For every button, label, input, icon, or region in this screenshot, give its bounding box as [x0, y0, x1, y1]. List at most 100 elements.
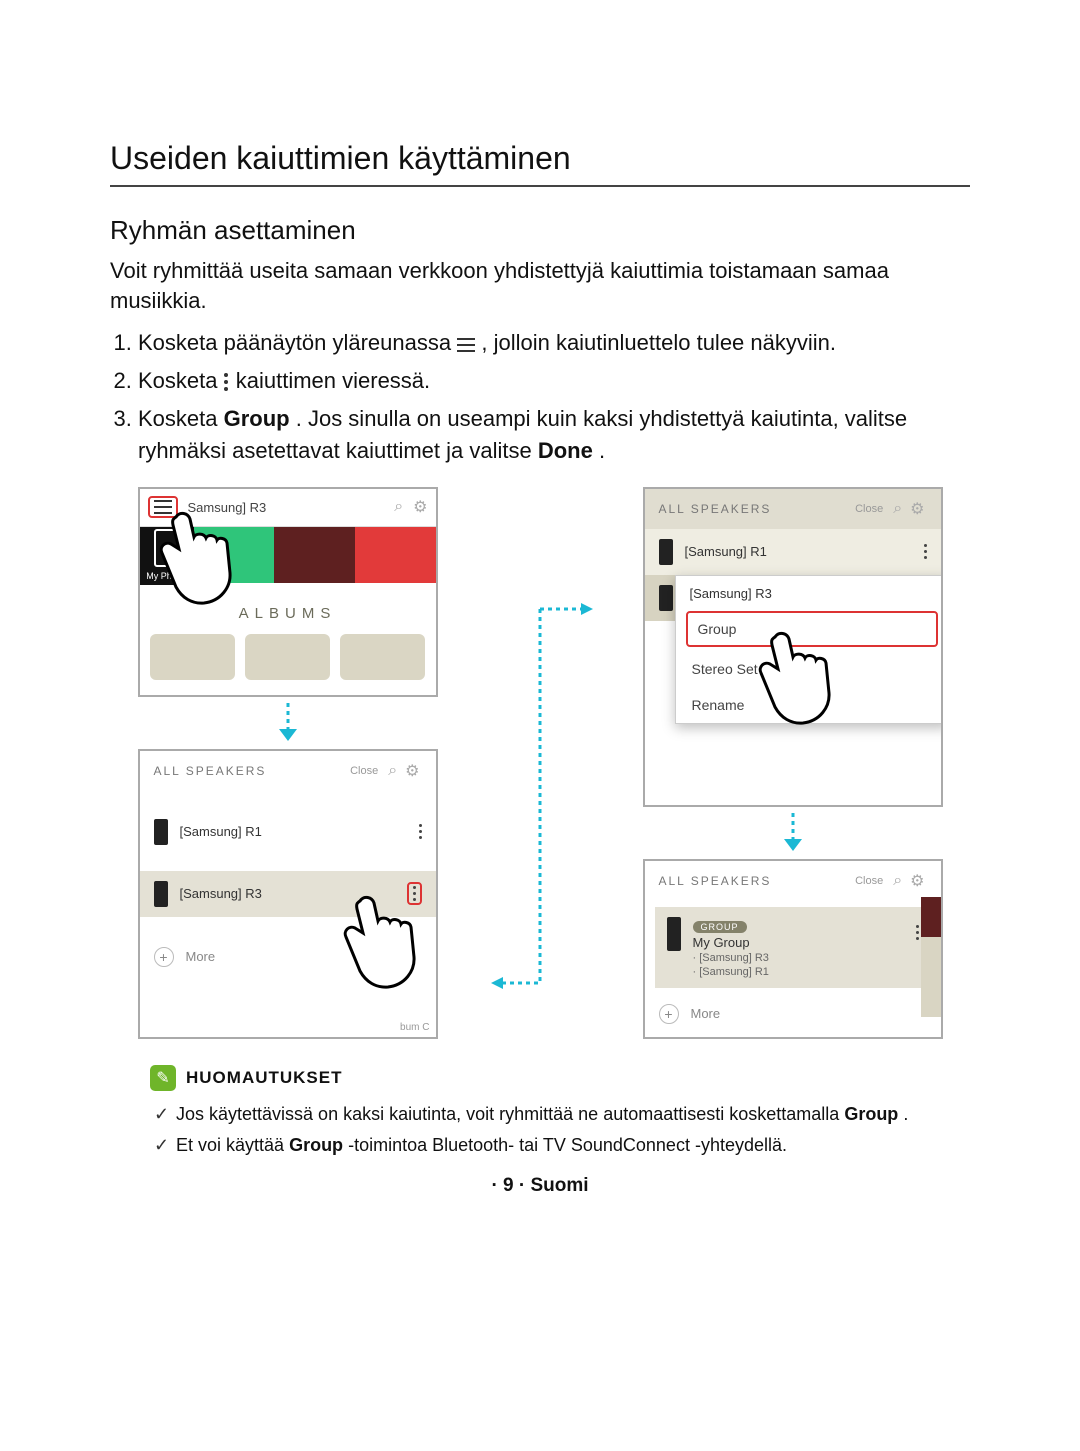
arrow-down-icon [780, 813, 806, 853]
close-button[interactable]: Close [855, 503, 883, 515]
step-text: . [599, 438, 605, 463]
page-footer: · 9 · Suomi [110, 1175, 970, 1197]
gear-icon[interactable]: ⚙ [910, 499, 926, 519]
group-member: · [Samsung] R1 [693, 966, 769, 978]
step-1: Kosketa päänäytön yläreunassa , jolloin … [138, 327, 970, 359]
popup-item-stereo[interactable]: Stereo Set [676, 651, 943, 687]
section-subtitle: Ryhmän asettaminen [110, 215, 970, 246]
page-title: Useiden kaiuttimien käyttäminen [110, 140, 970, 187]
speaker-icon [659, 585, 673, 611]
panel-title: ALL SPEAKERS Close ⌕ ⚙ [140, 751, 436, 791]
bold-done: Done [538, 438, 593, 463]
all-speakers-label: ALL SPEAKERS [659, 502, 772, 516]
speaker-row-r1[interactable]: [Samsung] R1 [140, 809, 436, 855]
search-icon[interactable]: ⌕ [394, 498, 403, 516]
my-phone-label: My Phone [146, 571, 187, 581]
more-dots-icon[interactable] [419, 824, 422, 839]
more-label: More [186, 949, 216, 964]
all-speakers-label: ALL SPEAKERS [154, 764, 267, 778]
group-name: My Group [693, 935, 769, 950]
arrow-down-icon [275, 703, 301, 743]
app-bar: Samsung] R3 ⌕ ⚙ [140, 489, 436, 527]
more-dots-icon[interactable] [924, 544, 927, 559]
group-badge: GROUP [693, 921, 747, 933]
context-popup: [Samsung] R3 Group Stereo Set Rename [675, 575, 943, 724]
album-thumb[interactable] [245, 634, 330, 680]
note-text: -toimintoa Bluetooth- tai TV SoundConnec… [348, 1135, 787, 1155]
gear-icon[interactable]: ⚙ [910, 871, 926, 891]
bold-group: Group [289, 1135, 343, 1155]
close-button[interactable]: Close [855, 875, 883, 887]
screenshot-1: Samsung] R3 ⌕ ⚙ My Phone ALBUMS [138, 487, 438, 697]
right-column: ALL SPEAKERS Close ⌕ ⚙ [Samsung] R1 [Sam… [615, 487, 970, 1039]
screenshot-3: ALL SPEAKERS Close ⌕ ⚙ [Samsung] R1 [Sam… [643, 487, 943, 807]
panel-title: ALL SPEAKERS Close ⌕ ⚙ [645, 489, 941, 529]
connector [485, 587, 595, 1039]
plus-icon: + [154, 947, 174, 967]
search-icon[interactable]: ⌕ [893, 500, 904, 518]
speaker-icon [659, 539, 673, 565]
speaker-label: [Samsung] R1 [685, 544, 767, 559]
steps-list: Kosketa päänäytön yläreunassa , jolloin … [110, 327, 970, 467]
color-swatches [194, 527, 436, 583]
search-icon[interactable]: ⌕ [893, 872, 904, 890]
intro-text: Voit ryhmittää useita samaan verkkoon yh… [110, 256, 970, 315]
step-text: , jolloin kaiutinluettelo tulee näkyviin… [481, 330, 836, 355]
notes-title: HUOMAUTUKSET [186, 1068, 343, 1088]
left-column: Samsung] R3 ⌕ ⚙ My Phone ALBUMS [110, 487, 465, 1039]
note-text: Et voi käyttää [176, 1135, 289, 1155]
more-row[interactable]: + More [645, 994, 941, 1034]
more-dots-icon[interactable] [413, 886, 416, 901]
speaker-row-r1[interactable]: [Samsung] R1 [645, 529, 941, 575]
screenshot-2: ALL SPEAKERS Close ⌕ ⚙ [Samsung] R1 [Sam… [138, 749, 438, 1039]
step-text: Kosketa [138, 406, 224, 431]
speaker-icon [154, 819, 168, 845]
speaker-icon [154, 881, 168, 907]
bold-group: Group [224, 406, 290, 431]
all-speakers-label: ALL SPEAKERS [659, 874, 772, 888]
hamburger-highlight [148, 496, 178, 518]
speaker-row-r3[interactable]: [Samsung] R3 [140, 871, 436, 917]
panel-title: ALL SPEAKERS Close ⌕ ⚙ [645, 861, 941, 901]
more-label: More [691, 1006, 721, 1021]
gear-icon[interactable]: ⚙ [413, 497, 427, 517]
group-member: · [Samsung] R3 [693, 952, 769, 964]
note-text: . [903, 1104, 908, 1124]
hamburger-icon[interactable] [154, 500, 172, 514]
note-text: Jos käytettävissä on kaksi kaiutinta, vo… [176, 1104, 844, 1124]
albums-label: ALBUMS [140, 583, 436, 634]
plus-icon: + [659, 1004, 679, 1024]
step-text: kaiuttimen vieressä. [236, 368, 430, 393]
color-strip [921, 897, 941, 1037]
album-row [140, 634, 436, 690]
hamburger-icon [457, 338, 475, 352]
step-text: Kosketa [138, 368, 224, 393]
vertical-dots-icon [224, 373, 230, 391]
search-icon[interactable]: ⌕ [388, 762, 399, 780]
step-2: Kosketa kaiuttimen vieressä. [138, 365, 970, 397]
note-item: Jos käytettävissä on kaksi kaiutinta, vo… [154, 1101, 970, 1128]
group-row[interactable]: GROUP My Group · [Samsung] R3 · [Samsung… [655, 907, 931, 988]
speaker-icon [667, 917, 681, 951]
speaker-label: [Samsung] R3 [180, 886, 262, 901]
gear-icon[interactable]: ⚙ [405, 761, 421, 781]
bold-group: Group [844, 1104, 898, 1124]
truncated-label: bum C [400, 1022, 429, 1033]
album-thumb[interactable] [340, 634, 425, 680]
close-button[interactable]: Close [350, 765, 378, 777]
screenshot-4: ALL SPEAKERS Close ⌕ ⚙ GROUP My Group · … [643, 859, 943, 1039]
more-dots-icon[interactable] [916, 925, 919, 940]
popup-title: [Samsung] R3 [676, 576, 943, 607]
more-row[interactable]: + More [140, 937, 436, 977]
speaker-label: [Samsung] R1 [180, 824, 262, 839]
note-item: Et voi käyttää Group -toimintoa Bluetoot… [154, 1132, 970, 1159]
album-thumb[interactable] [150, 634, 235, 680]
figures-area: Samsung] R3 ⌕ ⚙ My Phone ALBUMS [110, 487, 970, 1039]
notes-section: ✎ HUOMAUTUKSET Jos käytettävissä on kaks… [110, 1065, 970, 1159]
popup-item-group[interactable]: Group [686, 611, 938, 647]
my-phone-tile[interactable]: My Phone [140, 527, 194, 585]
step-3: Kosketa Group . Jos sinulla on useampi k… [138, 403, 970, 467]
popup-item-rename[interactable]: Rename [676, 687, 943, 723]
appbar-title: Samsung] R3 [188, 500, 385, 515]
notes-icon: ✎ [150, 1065, 176, 1091]
